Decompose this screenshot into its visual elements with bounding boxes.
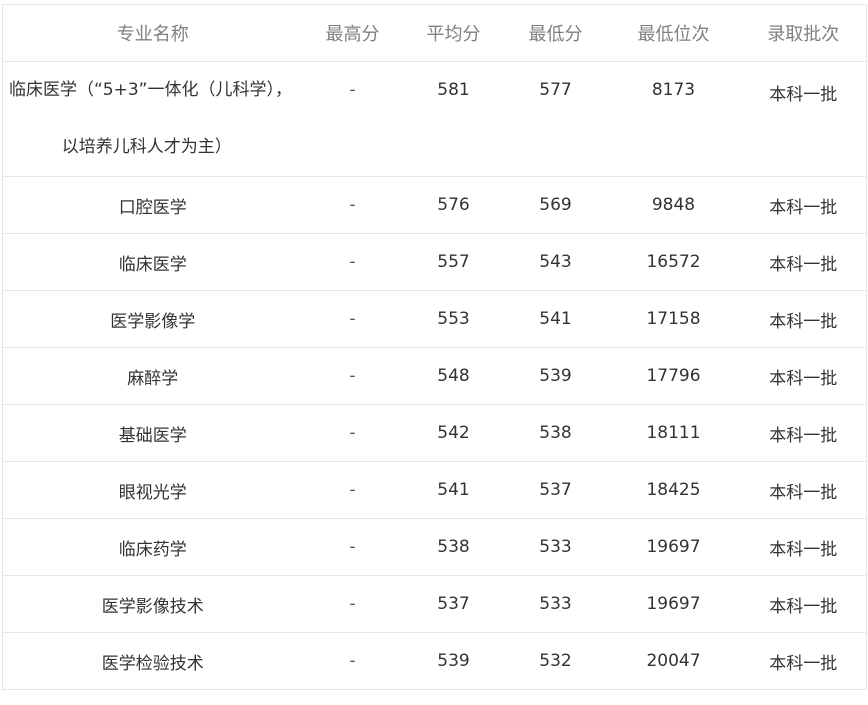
min-rank-cell: 19697	[606, 518, 741, 576]
min-rank-cell: 9848	[606, 176, 741, 234]
max-score-cell: -	[302, 176, 403, 234]
batch-cell: 本科一批	[740, 233, 867, 291]
table-row: 医学检验技术 -539 532 20047 本科一批	[2, 632, 867, 690]
batch-cell: 本科一批	[740, 347, 867, 405]
min-rank-cell: 17796	[606, 347, 741, 405]
avg-score-cell: 581	[402, 61, 505, 177]
min-score-cell: 569	[504, 176, 607, 234]
admission-score-table: 专业名称 最高分 平均分 最低分 最低位次 录取批次 临床医学（“5+3”一体化…	[2, 4, 867, 690]
header-max-score: 最高分	[302, 4, 403, 62]
table-row: 基础医学 -542 538 18111 本科一批	[2, 404, 867, 462]
major-name-cell: 医学影像学	[2, 290, 303, 348]
avg-score-cell: 576	[402, 176, 505, 234]
min-rank-cell: 8173	[606, 61, 741, 177]
table-row: 医学影像技术 -537 533 19697 本科一批	[2, 575, 867, 633]
max-score-cell: -	[302, 575, 403, 633]
min-rank-cell: 16572	[606, 233, 741, 291]
table-row: 医学影像学 -553 541 17158 本科一批	[2, 290, 867, 348]
avg-score-cell: 538	[402, 518, 505, 576]
min-score-cell: 538	[504, 404, 607, 462]
max-score-cell: -	[302, 347, 403, 405]
batch-cell: 本科一批	[740, 575, 867, 633]
min-score-cell: 539	[504, 347, 607, 405]
batch-cell: 本科一批	[740, 404, 867, 462]
min-score-cell: 541	[504, 290, 607, 348]
batch-cell: 本科一批	[740, 632, 867, 690]
min-score-cell: 537	[504, 461, 607, 519]
major-name-cell: 眼视光学	[2, 461, 303, 519]
header-major-name: 专业名称	[2, 4, 303, 62]
max-score-cell: -	[302, 290, 403, 348]
avg-score-cell: 541	[402, 461, 505, 519]
major-name-cell: 麻醉学	[2, 347, 303, 405]
batch-cell: 本科一批	[740, 290, 867, 348]
header-min-score: 最低分	[504, 4, 607, 62]
avg-score-cell: 553	[402, 290, 505, 348]
min-rank-cell: 20047	[606, 632, 741, 690]
table-row: 临床医学（“5+3”一体化（儿科学）， 以培养儿科人才为主） - 581 577…	[2, 61, 867, 177]
header-batch: 录取批次	[740, 4, 867, 62]
min-score-cell: 543	[504, 233, 607, 291]
major-name-line-1: 临床医学（“5+3”一体化（儿科学），	[9, 80, 292, 100]
table-row: 麻醉学 -548 539 17796 本科一批	[2, 347, 867, 405]
batch-cell: 本科一批	[740, 176, 867, 234]
table-row: 临床医学 -557 543 16572 本科一批	[2, 233, 867, 291]
batch-cell: 本科一批	[740, 61, 867, 177]
header-avg-score: 平均分	[402, 4, 505, 62]
min-score-cell: 577	[504, 61, 607, 177]
min-rank-cell: 19697	[606, 575, 741, 633]
batch-cell: 本科一批	[740, 461, 867, 519]
min-score-cell: 532	[504, 632, 607, 690]
table-row: 口腔医学 -576 569 9848 本科一批	[2, 176, 867, 234]
page: 专业名称 最高分 平均分 最低分 最低位次 录取批次 临床医学（“5+3”一体化…	[0, 0, 868, 705]
avg-score-cell: 557	[402, 233, 505, 291]
batch-cell: 本科一批	[740, 518, 867, 576]
max-score-cell: -	[302, 518, 403, 576]
header-min-rank: 最低位次	[606, 4, 741, 62]
avg-score-cell: 537	[402, 575, 505, 633]
min-rank-cell: 18111	[606, 404, 741, 462]
max-score-cell: -	[302, 461, 403, 519]
major-name-line-2: 以培养儿科人才为主）	[61, 137, 232, 157]
major-name-cell: 临床医学（“5+3”一体化（儿科学）， 以培养儿科人才为主）	[2, 61, 303, 177]
max-score-cell: -	[302, 233, 403, 291]
table-header-row: 专业名称 最高分 平均分 最低分 最低位次 录取批次	[2, 4, 867, 62]
table-row: 临床药学 -538 533 19697 本科一批	[2, 518, 867, 576]
min-rank-cell: 18425	[606, 461, 741, 519]
major-name-cell: 临床医学	[2, 233, 303, 291]
min-score-cell: 533	[504, 518, 607, 576]
min-rank-cell: 17158	[606, 290, 741, 348]
max-score-cell: -	[302, 404, 403, 462]
major-name-cell: 临床药学	[2, 518, 303, 576]
avg-score-cell: 542	[402, 404, 505, 462]
table-row: 眼视光学 -541 537 18425 本科一批	[2, 461, 867, 519]
max-score-cell: -	[302, 632, 403, 690]
major-name-cell: 基础医学	[2, 404, 303, 462]
avg-score-cell: 539	[402, 632, 505, 690]
max-score-cell: -	[302, 61, 403, 177]
major-name-cell: 医学检验技术	[2, 632, 303, 690]
min-score-cell: 533	[504, 575, 607, 633]
major-name-cell: 口腔医学	[2, 176, 303, 234]
major-name-cell: 医学影像技术	[2, 575, 303, 633]
avg-score-cell: 548	[402, 347, 505, 405]
